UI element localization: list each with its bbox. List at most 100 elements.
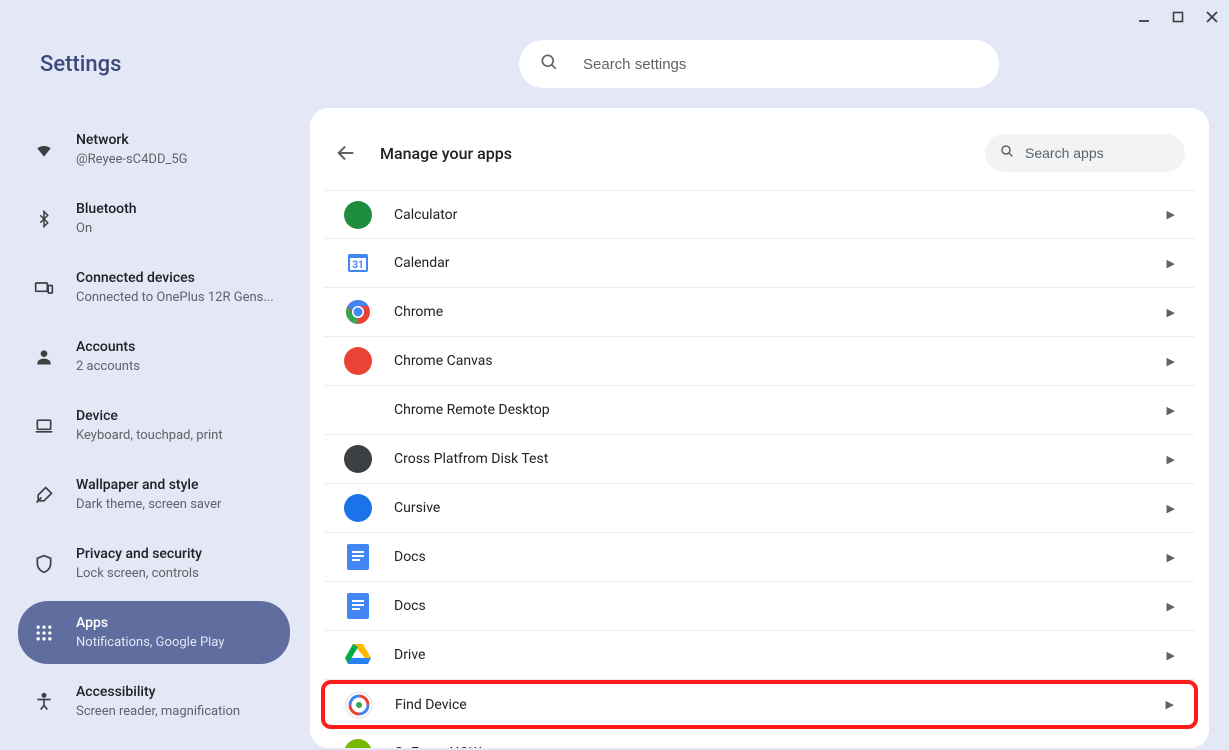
devices-icon — [34, 278, 54, 298]
app-row-geforce-now[interactable]: GeForce NOW ▶ — [324, 729, 1195, 748]
app-name-label: Drive — [394, 647, 425, 663]
app-row-docs[interactable]: Docs ▶ — [324, 582, 1195, 631]
chevron-right-icon: ▶ — [1167, 551, 1175, 564]
app-name-label: Calendar — [394, 255, 450, 271]
sidebar-item-accounts[interactable]: Accounts 2 accounts — [18, 325, 290, 388]
close-button[interactable] — [1205, 10, 1219, 24]
main-panel: Manage your apps Calculator▶31Calendar▶C… — [310, 108, 1209, 748]
search-icon — [999, 143, 1015, 163]
app-row-calendar[interactable]: 31 Calendar ▶ — [324, 239, 1195, 288]
section-title: Manage your apps — [380, 144, 512, 163]
sidebar-item-subtitle: On — [76, 221, 137, 236]
accessibility-icon — [34, 692, 54, 712]
app-name-label: GeForce NOW — [394, 745, 481, 748]
app-icon — [344, 396, 372, 424]
bluetooth-icon — [34, 209, 54, 229]
global-search-input[interactable] — [583, 56, 979, 73]
app-name-label: Chrome Canvas — [394, 353, 493, 369]
app-icon — [344, 641, 372, 669]
sidebar-item-device[interactable]: Device Keyboard, touchpad, print — [18, 394, 290, 457]
global-search[interactable] — [519, 40, 999, 88]
app-row-docs[interactable]: Docs ▶ — [324, 533, 1195, 582]
app-icon: 31 — [344, 249, 372, 277]
chevron-right-icon: ▶ — [1167, 747, 1175, 749]
app-name-label: Chrome — [394, 304, 443, 320]
apps-grid-icon — [34, 623, 54, 643]
app-name-label: Calculator — [394, 207, 457, 223]
sidebar-item-subtitle: @Reyee-sC4DD_5G — [76, 152, 188, 167]
app-row-chrome[interactable]: Chrome ▶ — [324, 288, 1195, 337]
sidebar-item-label: Connected devices — [76, 270, 274, 286]
laptop-icon — [34, 416, 54, 436]
app-icon — [344, 201, 372, 229]
sidebar-item-label: Network — [76, 132, 188, 148]
app-name-label: Chrome Remote Desktop — [394, 402, 550, 418]
sidebar-item-network[interactable]: Network @Reyee-sC4DD_5G — [18, 118, 290, 181]
sidebar-item-subtitle: Notifications, Google Play — [76, 635, 224, 650]
shield-icon — [34, 554, 54, 574]
app-name-label: Find Device — [395, 697, 467, 713]
sidebar-item-privacy[interactable]: Privacy and security Lock screen, contro… — [18, 532, 290, 595]
sidebar-item-wallpaper[interactable]: Wallpaper and style Dark theme, screen s… — [18, 463, 290, 526]
maximize-button[interactable] — [1171, 10, 1185, 24]
app-name-label: Cursive — [394, 500, 440, 516]
app-icon — [344, 298, 372, 326]
app-row-chrome-canvas[interactable]: Chrome Canvas ▶ — [324, 337, 1195, 386]
app-row-find-device[interactable]: Find Device ▶ — [321, 680, 1198, 729]
chevron-right-icon: ▶ — [1167, 502, 1175, 515]
chevron-right-icon: ▶ — [1167, 404, 1175, 417]
back-button[interactable] — [334, 141, 358, 165]
chevron-right-icon: ▶ — [1167, 453, 1175, 466]
chevron-right-icon: ▶ — [1167, 306, 1175, 319]
chevron-right-icon: ▶ — [1167, 257, 1175, 270]
app-name-label: Docs — [394, 598, 426, 614]
sidebar-item-accessibility[interactable]: Accessibility Screen reader, magnificati… — [18, 670, 290, 733]
sidebar-item-bluetooth[interactable]: Bluetooth On — [18, 187, 290, 250]
apps-search-input[interactable] — [1025, 145, 1171, 161]
search-icon — [539, 52, 559, 76]
app-row-calculator[interactable]: Calculator ▶ — [324, 190, 1195, 239]
app-row-chrome-remote-desktop[interactable]: Chrome Remote Desktop ▶ — [324, 386, 1195, 435]
sidebar-item-label: Apps — [76, 615, 224, 631]
sidebar-item-label: Wallpaper and style — [76, 477, 221, 493]
chevron-right-icon: ▶ — [1166, 698, 1174, 711]
chevron-right-icon: ▶ — [1167, 649, 1175, 662]
app-row-cursive[interactable]: Cursive ▶ — [324, 484, 1195, 533]
app-icon — [344, 494, 372, 522]
sidebar-item-label: Bluetooth — [76, 201, 137, 217]
wifi-icon — [34, 140, 54, 160]
sidebar-item-label: Accessibility — [76, 684, 240, 700]
sidebar-item-subtitle: Dark theme, screen saver — [76, 497, 221, 512]
sidebar-item-subtitle: Lock screen, controls — [76, 566, 202, 581]
page-title: Settings — [40, 52, 121, 77]
minimize-button[interactable] — [1137, 10, 1151, 24]
sidebar-item-subtitle: Screen reader, magnification — [76, 704, 240, 719]
app-row-cross-platfrom-disk-test[interactable]: Cross Platfrom Disk Test ▶ — [324, 435, 1195, 484]
app-icon — [344, 445, 372, 473]
sidebar-item-label: Privacy and security — [76, 546, 202, 562]
sidebar-item-label: Device — [76, 408, 223, 424]
sidebar: Network @Reyee-sC4DD_5G Bluetooth On Con… — [18, 108, 290, 748]
apps-list: Calculator▶31Calendar▶Chrome▶Chrome Canv… — [324, 190, 1195, 748]
sidebar-item-subtitle: Keyboard, touchpad, print — [76, 428, 223, 443]
app-icon — [344, 592, 372, 620]
apps-search[interactable] — [985, 134, 1185, 172]
paint-icon — [34, 485, 54, 505]
app-icon — [344, 543, 372, 571]
app-name-label: Cross Platfrom Disk Test — [394, 451, 548, 467]
app-row-drive[interactable]: Drive ▶ — [324, 631, 1195, 680]
sidebar-item-label: Accounts — [76, 339, 140, 355]
sidebar-item-apps[interactable]: Apps Notifications, Google Play — [18, 601, 290, 664]
sidebar-item-subtitle: Connected to OnePlus 12R Gens... — [76, 290, 274, 305]
chevron-right-icon: ▶ — [1167, 600, 1175, 613]
sidebar-item-subtitle: 2 accounts — [76, 359, 140, 374]
account-icon — [34, 347, 54, 367]
sidebar-item-connected-devices[interactable]: Connected devices Connected to OnePlus 1… — [18, 256, 290, 319]
chevron-right-icon: ▶ — [1167, 208, 1175, 221]
svg-text:31: 31 — [352, 260, 363, 271]
app-icon — [344, 739, 372, 748]
chevron-right-icon: ▶ — [1167, 355, 1175, 368]
app-icon — [345, 691, 373, 719]
app-icon — [344, 347, 372, 375]
app-name-label: Docs — [394, 549, 426, 565]
